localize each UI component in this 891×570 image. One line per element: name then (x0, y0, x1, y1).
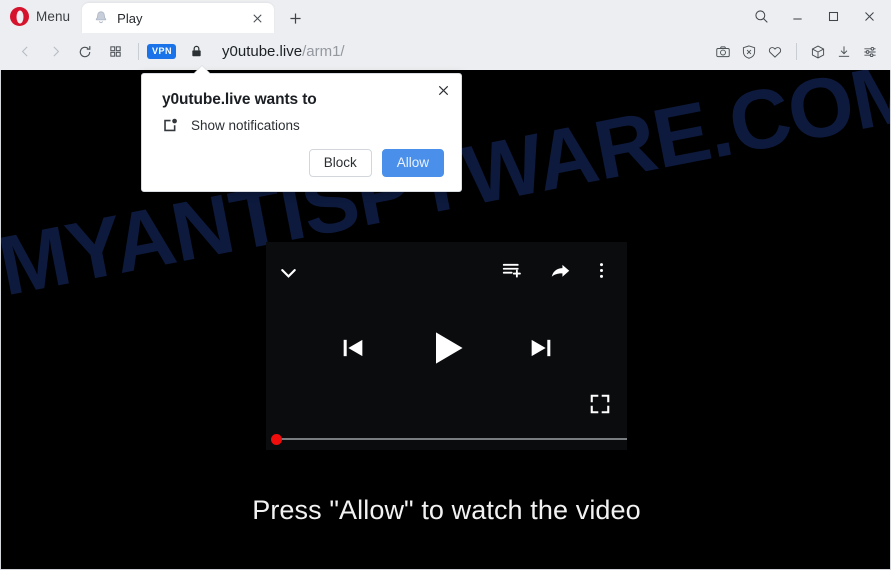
maximize-icon[interactable] (815, 1, 851, 32)
tab-title: Play (117, 10, 143, 26)
progress-bar[interactable] (271, 433, 627, 445)
url-host: y0utube.live (222, 43, 303, 60)
close-icon[interactable] (249, 10, 266, 27)
cube-icon[interactable] (805, 38, 831, 66)
toolbar-divider (138, 43, 139, 60)
download-icon[interactable] (831, 38, 857, 66)
progress-handle[interactable] (271, 434, 282, 445)
call-to-action-text: Press "Allow" to watch the video (252, 495, 641, 525)
opera-menu-label: Menu (36, 9, 71, 24)
player-transport-controls (266, 326, 627, 370)
opera-logo-icon (10, 7, 29, 26)
skip-previous-icon[interactable] (339, 334, 367, 362)
notification-bubble-icon (162, 117, 179, 134)
sliders-icon[interactable] (857, 38, 883, 66)
bell-icon (93, 10, 109, 26)
new-tab-button[interactable] (280, 3, 310, 33)
grid-tiles-icon[interactable] (100, 38, 130, 66)
block-button[interactable]: Block (308, 149, 372, 177)
back-arrow-icon[interactable] (10, 38, 40, 66)
dialog-title: y0utube.live wants to (162, 91, 317, 108)
address-bar[interactable]: y0utube.live/arm1/ (222, 43, 710, 60)
minimize-icon[interactable] (779, 1, 815, 32)
close-icon[interactable] (851, 1, 887, 32)
notification-permission-dialog: y0utube.live wants to Show notifications… (141, 66, 462, 192)
allow-button[interactable]: Allow (381, 149, 444, 177)
more-vertical-icon[interactable] (592, 261, 611, 285)
reload-icon[interactable] (70, 38, 100, 66)
add-to-queue-icon[interactable] (502, 260, 523, 286)
window-controls (743, 0, 891, 33)
browser-window: Menu Play VPN y0utube.live/arm1/ Press "… (0, 0, 891, 570)
shield-x-icon[interactable] (736, 38, 762, 66)
search-icon[interactable] (743, 1, 779, 32)
video-player[interactable] (266, 242, 627, 450)
browser-tab-play[interactable]: Play (82, 3, 275, 33)
navigation-bar: VPN y0utube.live/arm1/ (0, 33, 891, 70)
permission-row: Show notifications (162, 117, 300, 134)
vpn-badge[interactable]: VPN (147, 44, 177, 59)
camera-icon[interactable] (710, 38, 736, 66)
browser-chrome: Menu Play VPN y0utube.live/arm1/ (0, 0, 891, 70)
plus-icon (290, 12, 301, 24)
close-icon[interactable] (433, 80, 453, 100)
progress-track (277, 438, 627, 440)
chevron-down-icon[interactable] (277, 262, 300, 290)
url-path: /arm1/ (302, 43, 345, 60)
opera-menu-button[interactable]: Menu (0, 0, 82, 33)
player-top-bar (266, 242, 627, 294)
skip-next-icon[interactable] (527, 334, 555, 362)
dialog-actions: Block Allow (308, 149, 444, 177)
toolbar-divider (796, 43, 797, 60)
forward-arrow-icon[interactable] (40, 38, 70, 66)
share-arrow-icon[interactable] (550, 261, 571, 287)
toolbar-right-icons (710, 38, 883, 66)
play-icon[interactable] (425, 326, 469, 370)
permission-label: Show notifications (191, 118, 300, 133)
dialog-pointer (194, 66, 210, 74)
tab-strip: Menu Play (0, 0, 891, 33)
heart-icon[interactable] (762, 38, 788, 66)
fullscreen-icon[interactable] (589, 393, 611, 420)
padlock-icon[interactable] (189, 44, 204, 59)
